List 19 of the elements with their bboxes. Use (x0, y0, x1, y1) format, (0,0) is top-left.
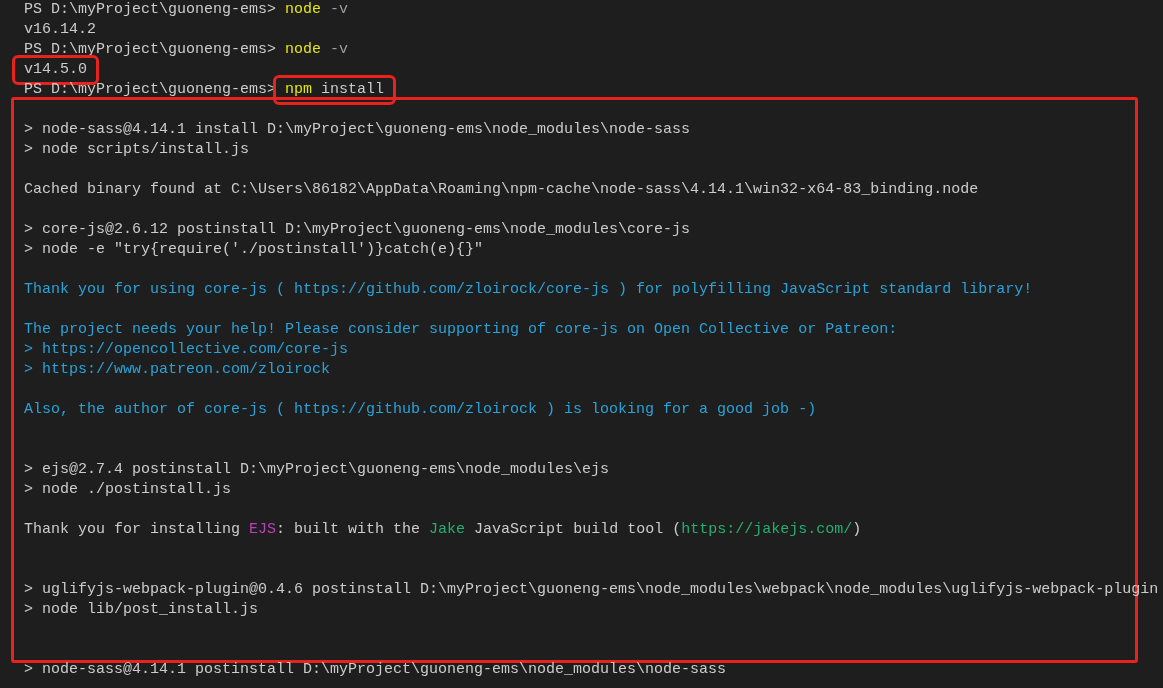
terminal-line: Thank you for using core-js ( https://github.com/zloirock/core-js ) for polyfilling JavaScript standard library! (24, 281, 1033, 298)
terminal-line: > node ./postinstall.js (24, 481, 232, 498)
terminal-line: Cached binary found at C:\Users\86182\AppData\Roaming\npm-cache\node-sass\4.14.1\win32-x64-83_binding.node (24, 181, 979, 198)
terminal-line: > node lib/post_install.js (24, 601, 259, 618)
terminal-line: > node -e "try{require('./postinstall')}catch(e){}" (24, 241, 484, 258)
terminal-line: PS D:\myProject\guoneng-ems> node -v (24, 1, 349, 18)
terminal-line: > ejs@2.7.4 postinstall D:\myProject\guoneng-ems\node_modules\ejs (24, 461, 610, 478)
terminal-line: Thank you for installing EJS: built with the Jake JavaScript build tool (https://jakejs.com/) (24, 521, 862, 538)
highlight-box: npm install (273, 75, 397, 105)
terminal-line: PS D:\myProject\guoneng-ems> node -v (24, 41, 349, 58)
terminal-line: > https://www.patreon.com/zloirock (24, 361, 331, 378)
terminal-line: > node-sass@4.14.1 postinstall D:\myProject\guoneng-ems\node_modules\node-sass (24, 661, 727, 678)
terminal-line: The project needs your help! Please consider supporting of core-js on Open Collective or Patreon: (24, 321, 898, 338)
terminal-line: > node-sass@4.14.1 install D:\myProject\guoneng-ems\node_modules\node-sass (24, 121, 691, 138)
terminal-line: > core-js@2.6.12 postinstall D:\myProject\guoneng-ems\node_modules\core-js (24, 221, 691, 238)
terminal-line: v16.14.2 (24, 21, 96, 38)
terminal-line: Also, the author of core-js ( https://github.com/zloirock ) is looking for a good job -) (24, 401, 817, 418)
terminal-line: > https://opencollective.com/core-js (24, 341, 349, 358)
terminal-line: > node scripts/install.js (24, 141, 250, 158)
